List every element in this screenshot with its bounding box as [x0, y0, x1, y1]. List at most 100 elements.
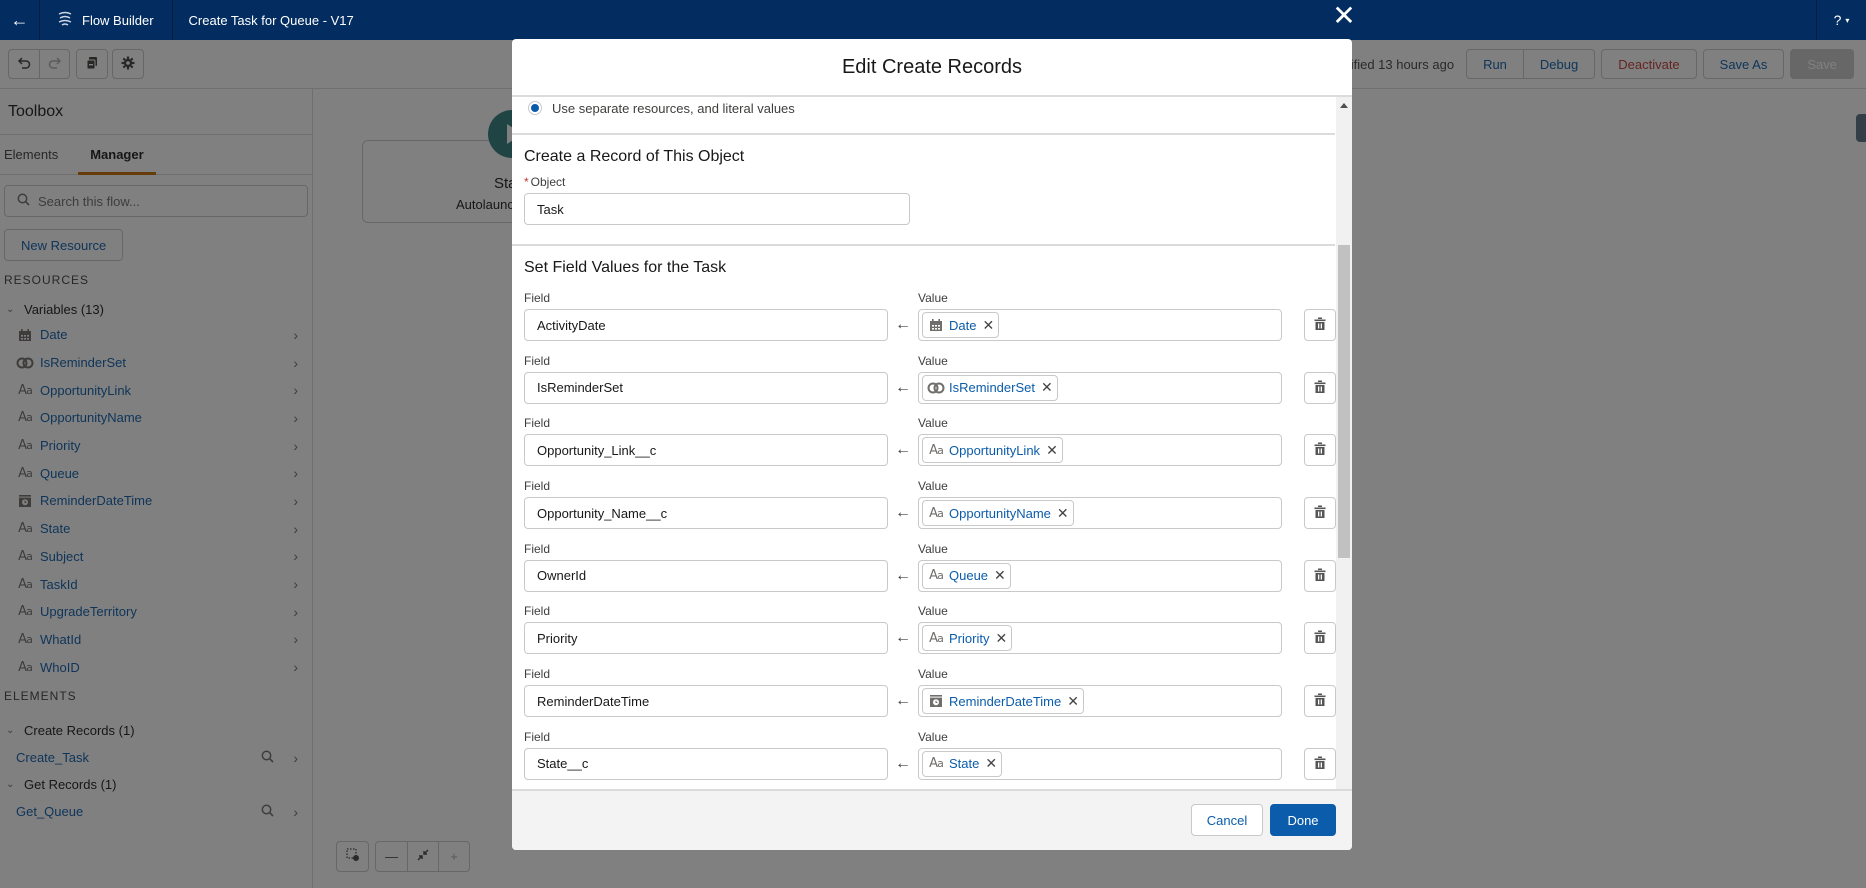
value-pill: Aa OpportunityName ✕ — [922, 500, 1074, 527]
edit-create-records-modal: Edit Create Records Use separate resourc… — [512, 39, 1352, 850]
radio-button[interactable] — [528, 101, 542, 115]
remove-pill-icon[interactable]: ✕ — [1041, 379, 1053, 396]
scrollbar-thumb[interactable] — [1338, 245, 1350, 558]
trash-icon — [1314, 630, 1326, 646]
help-menu-button[interactable]: ? ▾ — [1816, 0, 1866, 40]
remove-pill-icon[interactable]: ✕ — [982, 317, 994, 334]
field-input[interactable]: Opportunity_Name__c — [524, 497, 888, 530]
trash-icon — [1314, 317, 1326, 333]
radio-selected-dot — [531, 104, 539, 112]
field-input[interactable]: IsReminderSet — [524, 371, 888, 404]
field-input[interactable]: OwnerId — [524, 559, 888, 592]
field-input[interactable]: Priority — [524, 622, 888, 655]
pill-label: Queue — [949, 568, 989, 584]
modal-close-button[interactable]: ✕ — [1330, 0, 1358, 31]
text-icon: Aa — [929, 505, 944, 521]
scroll-up-arrow-icon[interactable] — [1340, 103, 1348, 108]
value-pill: Aa Queue ✕ — [922, 562, 1011, 589]
value-input[interactable]: ReminderDateTime ✕ — [918, 685, 1282, 718]
pill-label: State — [949, 756, 980, 772]
value-input[interactable]: IsReminderSet ✕ — [918, 371, 1282, 404]
remove-pill-icon[interactable]: ✕ — [1046, 442, 1058, 459]
date-icon — [927, 316, 945, 334]
value-label: Value — [918, 604, 948, 619]
value-pill: Aa Priority ✕ — [922, 625, 1013, 652]
done-button[interactable]: Done — [1270, 804, 1336, 836]
required-marker: * — [524, 175, 529, 189]
remove-pill-icon[interactable]: ✕ — [995, 630, 1007, 647]
field-label: Field — [524, 667, 551, 682]
trash-icon — [1314, 693, 1326, 709]
pill-label: OpportunityName — [949, 505, 1051, 521]
field-value-row: Field Priority ← Value Aa Priority ✕ — [524, 604, 1336, 667]
arrow-left-icon: ← — [895, 504, 911, 522]
field-input[interactable]: State__c — [524, 747, 888, 780]
field-label: Field — [524, 729, 551, 744]
remove-pill-icon[interactable]: ✕ — [1057, 505, 1069, 522]
field-value-row: Field Opportunity_Name__c ← Value Aa Oppo… — [524, 479, 1336, 542]
field-input[interactable]: ReminderDateTime — [524, 685, 888, 718]
trash-icon — [1314, 568, 1326, 584]
value-input[interactable]: Aa OpportunityLink ✕ — [918, 434, 1282, 467]
delete-row-button[interactable] — [1304, 622, 1336, 655]
remove-pill-icon[interactable]: ✕ — [994, 567, 1006, 584]
field-label: Field — [524, 541, 551, 556]
value-input[interactable]: Aa Queue ✕ — [918, 559, 1282, 592]
flow-icon — [58, 11, 72, 30]
pill-label: ReminderDateTime — [949, 693, 1062, 709]
boolean-icon — [927, 379, 945, 397]
close-icon: ✕ — [1332, 0, 1356, 31]
field-label: Field — [524, 479, 551, 494]
object-section-title: Create a Record of This Object — [524, 148, 745, 165]
field-value-row: Field ActivityDate ← Value Date ✕ — [524, 291, 1336, 354]
delete-row-button[interactable] — [1304, 559, 1336, 592]
delete-row-button[interactable] — [1304, 497, 1336, 530]
value-input[interactable]: Aa Priority ✕ — [918, 622, 1282, 655]
value-pill: Date ✕ — [922, 312, 1000, 338]
arrow-left-icon: ← — [10, 9, 29, 30]
field-value-row: Field State__c ← Value Aa State ✕ — [524, 729, 1336, 793]
object-section: Create a Record of This Object * Object T… — [512, 135, 1335, 246]
value-pill: Aa OpportunityLink ✕ — [922, 437, 1063, 464]
pill-label: IsReminderSet — [949, 380, 1035, 396]
app-name-area: Flow Builder — [40, 0, 173, 40]
field-label: Field — [524, 604, 551, 619]
field-value-row: Field Opportunity_Link__c ← Value Aa Oppo… — [524, 416, 1336, 479]
field-value-row: Field ReminderDateTime ← Value ReminderDa… — [524, 667, 1336, 730]
value-input[interactable]: Date ✕ — [918, 309, 1282, 341]
field-label: Field — [524, 353, 551, 368]
arrow-left-icon: ← — [895, 441, 911, 459]
trash-icon — [1314, 505, 1326, 521]
field-values-section: Set Field Values for the Task Field Activ… — [512, 246, 1336, 793]
value-input[interactable]: Aa OpportunityName ✕ — [918, 497, 1282, 530]
global-header: ← Flow Builder Create Task for Queue - V… — [0, 0, 1866, 40]
field-label: Field — [524, 291, 551, 305]
trash-icon — [1314, 756, 1326, 772]
cancel-button[interactable]: Cancel — [1191, 804, 1263, 836]
arrow-left-icon: ← — [895, 566, 911, 584]
object-input[interactable]: Task — [524, 193, 910, 225]
trash-icon — [1314, 442, 1326, 458]
delete-row-button[interactable] — [1304, 434, 1336, 467]
field-input[interactable]: Opportunity_Link__c — [524, 434, 888, 467]
radio-option-separate-resources[interactable]: Use separate resources, and literal valu… — [512, 97, 1335, 135]
delete-row-button[interactable] — [1304, 685, 1336, 718]
arrow-left-icon: ← — [895, 629, 911, 647]
modal-scrollbar[interactable] — [1336, 97, 1352, 829]
delete-row-button[interactable] — [1304, 371, 1336, 404]
flow-title: Create Task for Queue - V17 — [188, 12, 354, 28]
text-icon: Aa — [929, 630, 944, 646]
help-icon: ? — [1833, 12, 1842, 28]
remove-pill-icon[interactable]: ✕ — [985, 755, 997, 772]
delete-row-button[interactable] — [1304, 309, 1336, 341]
delete-row-button[interactable] — [1304, 747, 1336, 780]
value-label: Value — [918, 667, 948, 682]
value-label: Value — [918, 291, 948, 305]
remove-pill-icon[interactable]: ✕ — [1067, 693, 1079, 710]
field-input[interactable]: ActivityDate — [524, 309, 888, 341]
field-values-title: Set Field Values for the Task — [524, 259, 727, 276]
value-input[interactable]: Aa State ✕ — [918, 747, 1282, 780]
value-label: Value — [918, 541, 948, 556]
arrow-left-icon: ← — [895, 378, 911, 396]
back-button[interactable]: ← — [0, 0, 40, 40]
